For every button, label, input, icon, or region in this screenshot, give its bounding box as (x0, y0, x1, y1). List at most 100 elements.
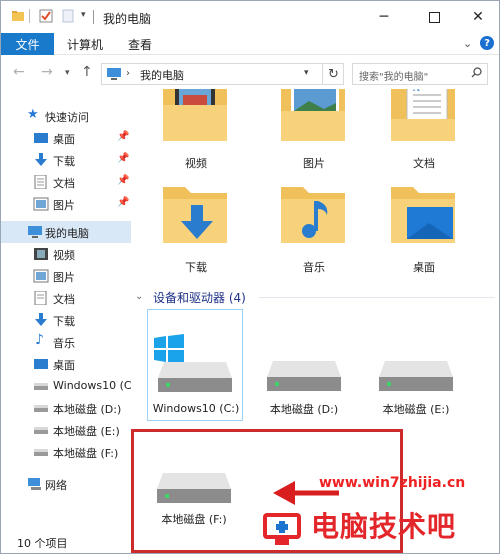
group-collapse-icon[interactable]: ⌄ (135, 291, 143, 302)
properties-icon[interactable] (39, 9, 53, 23)
drive-label: 本地磁盘 (E:) (382, 403, 450, 416)
sidebar-item-videos[interactable]: 视频 (1, 243, 131, 265)
sidebar-item-label: 文档 (53, 293, 75, 306)
new-folder-icon[interactable] (61, 9, 75, 23)
sidebar-item-label: 下载 (53, 155, 75, 168)
ribbon-expand-icon[interactable]: ⌄ (463, 37, 472, 50)
music-icon: ♪ (35, 332, 44, 348)
sidebar-item-label: 下载 (53, 315, 75, 328)
computer-icon (107, 68, 121, 80)
sidebar-item-label: 本地磁盘 (D:) (53, 403, 122, 416)
sidebar-item-label: 快速访问 (45, 111, 89, 124)
devices-group-header[interactable]: 设备和驱动器 (4) (153, 289, 246, 306)
explorer-window: ▾ 我的电脑 ─ ✕ 文件 计算机 查看 ⌄ ? ← → ▾ ↑ › 我的电脑 … (0, 0, 500, 554)
folder-label: 下载 (185, 261, 207, 274)
sidebar-item-desktop-pc[interactable]: 桌面 (1, 353, 131, 375)
pin-icon[interactable]: 📌 (117, 197, 129, 208)
back-button[interactable]: ← (13, 64, 25, 80)
sidebar-item-drive-c[interactable]: Windows10 (C (1, 375, 132, 397)
folder-label: 音乐 (303, 261, 325, 274)
title-bar: ▾ 我的电脑 ─ ✕ (1, 1, 499, 33)
picture-folder-icon (281, 89, 345, 141)
star-icon: ★ (27, 107, 39, 122)
sidebar-item-label: 本地磁盘 (E:) (53, 425, 120, 438)
pin-icon[interactable]: 📌 (117, 175, 129, 186)
folder-label: 视频 (185, 157, 207, 170)
refresh-button[interactable]: ↻ (322, 64, 344, 84)
navigation-bar: ← → ▾ ↑ › 我的电脑 ▾ ↻ 搜索"我的电脑" (1, 57, 499, 89)
refresh-icon: ↻ (328, 66, 339, 82)
download-folder-icon (163, 187, 227, 243)
sidebar-item-label: 音乐 (53, 337, 75, 350)
tab-view[interactable]: 查看 (128, 33, 152, 55)
tab-file[interactable]: 文件 (1, 33, 54, 55)
breadcrumb-separator-icon: › (126, 68, 130, 79)
sidebar-item-pictures[interactable]: 图片 📌 (1, 193, 131, 215)
sidebar-item-label: Windows10 (C (53, 379, 132, 392)
forward-button[interactable]: → (41, 64, 53, 80)
navigation-pane: ★ 快速访问 桌面 📌 下载 📌 文档 📌 图片 📌 我的电脑 视频 图片 文档… (1, 97, 132, 531)
folder-label: 文档 (413, 157, 435, 170)
document-folder-icon: A (391, 89, 455, 141)
sidebar-item-quick-access[interactable]: ★ 快速访问 (1, 105, 131, 127)
sidebar-item-drive-e[interactable]: 本地磁盘 (E:) (1, 419, 131, 441)
svg-text:A: A (412, 89, 420, 94)
watermark-url: www.win7zhijia.cn (319, 475, 466, 491)
help-icon[interactable]: ? (480, 36, 494, 50)
desktop-icon (34, 133, 48, 143)
sidebar-item-downloads[interactable]: 下载 📌 (1, 149, 131, 171)
maximize-button[interactable] (411, 1, 457, 33)
sidebar-item-this-pc[interactable]: 我的电脑 (1, 221, 131, 243)
sidebar-item-label: 本地磁盘 (F:) (53, 447, 119, 460)
video-icon (34, 248, 48, 260)
group-divider (259, 297, 495, 298)
drive-c[interactable]: Windows10 (C:) (147, 309, 243, 421)
sidebar-item-label: 网络 (45, 479, 67, 492)
qa-customize-icon[interactable]: ▾ (81, 10, 86, 20)
pin-icon[interactable]: 📌 (117, 153, 129, 164)
search-input[interactable]: 搜索"我的电脑" (352, 63, 488, 85)
sidebar-item-label: 图片 (53, 271, 75, 284)
sidebar-item-downloads-pc[interactable]: 下载 (1, 309, 131, 331)
address-dropdown-icon[interactable]: ▾ (304, 68, 309, 78)
close-icon: ✕ (472, 9, 484, 25)
picture-icon (33, 269, 49, 283)
tab-computer[interactable]: 计算机 (67, 33, 103, 55)
folder-label: 桌面 (413, 261, 435, 274)
pin-icon[interactable]: 📌 (117, 131, 129, 142)
maximize-icon (428, 11, 440, 23)
desktop-icon (34, 359, 48, 369)
drive-icon (379, 361, 453, 391)
document-icon (34, 175, 47, 189)
search-icon (471, 67, 482, 78)
sidebar-item-desktop[interactable]: 桌面 📌 (1, 127, 131, 149)
sidebar-item-network[interactable]: 网络 (1, 473, 131, 495)
breadcrumb[interactable]: 我的电脑 (140, 67, 184, 83)
music-folder-icon (281, 187, 345, 243)
address-bar[interactable]: › 我的电脑 ▾ ↻ (101, 63, 344, 85)
minimize-icon: ─ (379, 9, 389, 25)
qa-separator (29, 9, 30, 23)
network-icon (28, 478, 41, 490)
sidebar-item-music[interactable]: ♪ 音乐 (1, 331, 131, 353)
sidebar-item-label: 视频 (53, 249, 75, 262)
minimize-button[interactable]: ─ (361, 1, 407, 33)
sidebar-item-documents-pc[interactable]: 文档 (1, 287, 131, 309)
sidebar-item-label: 桌面 (53, 133, 75, 146)
folder-label: 图片 (303, 157, 325, 170)
ribbon-tabs: 文件 计算机 查看 ⌄ ? (1, 33, 499, 55)
sidebar-item-drive-f[interactable]: 本地磁盘 (F:) (1, 441, 131, 463)
close-button[interactable]: ✕ (455, 1, 500, 33)
sidebar-item-drive-d[interactable]: 本地磁盘 (D:) (1, 397, 131, 419)
explorer-icon[interactable] (11, 9, 25, 23)
document-icon (34, 291, 47, 305)
search-placeholder: 搜索"我的电脑" (359, 72, 429, 83)
sidebar-item-pictures-pc[interactable]: 图片 (1, 265, 131, 287)
drive-label: 本地磁盘 (D:) (269, 403, 339, 416)
sidebar-item-documents[interactable]: 文档 📌 (1, 171, 131, 193)
recent-locations-icon[interactable]: ▾ (65, 68, 70, 78)
watermark: www.win7zhijia.cn 电脑技术吧 (261, 475, 500, 554)
drive-icon (158, 362, 232, 392)
sidebar-item-label: 图片 (53, 199, 75, 212)
up-button[interactable]: ↑ (81, 64, 93, 80)
